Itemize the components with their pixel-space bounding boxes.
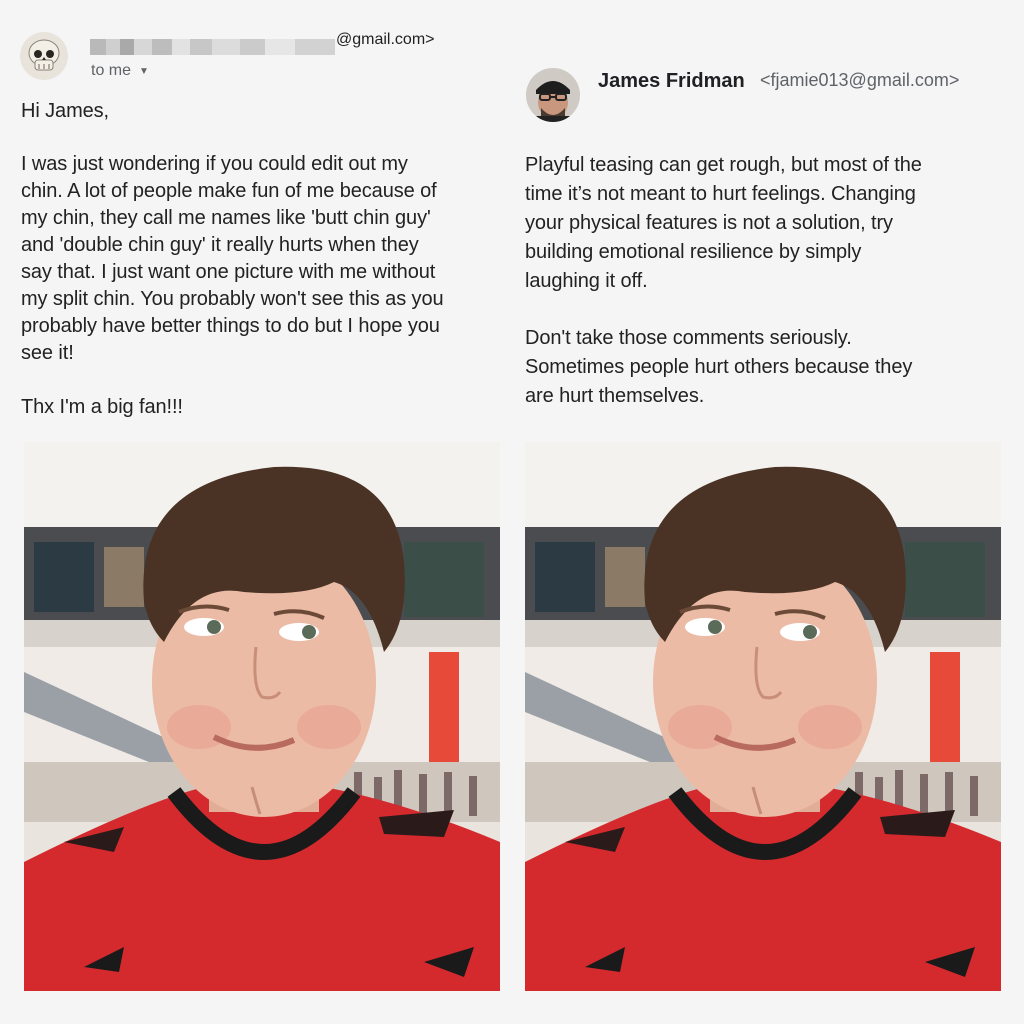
recipient-toggle[interactable]: to me ▼: [91, 62, 149, 80]
body-line: see it!: [21, 342, 74, 364]
reply-sender-name: James Fridman: [598, 70, 745, 92]
original-email-panel: @gmail.com> to me ▼ Hi James, I was just…: [0, 0, 512, 1024]
signoff: Thx I'm a big fan!!!: [21, 396, 183, 418]
body-line: my chin, they call me names like 'butt c…: [21, 207, 431, 229]
redaction-blur: [90, 39, 335, 55]
reply-line: time it’s not meant to hurt feelings. Ch…: [525, 183, 916, 205]
greeting: Hi James,: [21, 100, 110, 122]
recipient-label: to me: [91, 62, 132, 79]
body-line: I was just wondering if you could edit o…: [21, 153, 408, 175]
reply-sender-email: <fjamie013@gmail.com>: [760, 70, 960, 90]
chevron-down-icon[interactable]: ▼: [139, 66, 149, 77]
reply-line: Sometimes people hurt others because the…: [525, 356, 913, 378]
body-line: chin. A lot of people make fun of me bec…: [21, 180, 437, 202]
reply-line: building emotional resilience by simply: [525, 241, 862, 263]
body-line: and 'double chin guy' it really hurts wh…: [21, 234, 419, 256]
sender-email-domain: @gmail.com>: [336, 31, 435, 48]
body-line: say that. I just want one picture with m…: [21, 261, 436, 283]
original-photo: [24, 442, 500, 991]
redacted-sender-address: [90, 22, 335, 56]
reply-line: Playful teasing can get rough, but most …: [525, 154, 922, 176]
reply-line: are hurt themselves.: [525, 385, 705, 407]
reply-line: Don't take those comments seriously.: [525, 327, 852, 349]
reply-photo: [525, 442, 1001, 991]
body-line: probably have better things to do but I …: [21, 315, 440, 337]
body-line: my split chin. You probably won't see th…: [21, 288, 444, 310]
reply-line: laughing it off.: [525, 270, 648, 292]
skull-avatar-icon[interactable]: [20, 32, 68, 80]
reply-line: your physical features is not a solution…: [525, 212, 893, 234]
reply-email-panel: James Fridman <fjamie013@gmail.com> Play…: [512, 0, 1024, 1024]
man-with-cap-avatar-icon[interactable]: [526, 68, 580, 122]
